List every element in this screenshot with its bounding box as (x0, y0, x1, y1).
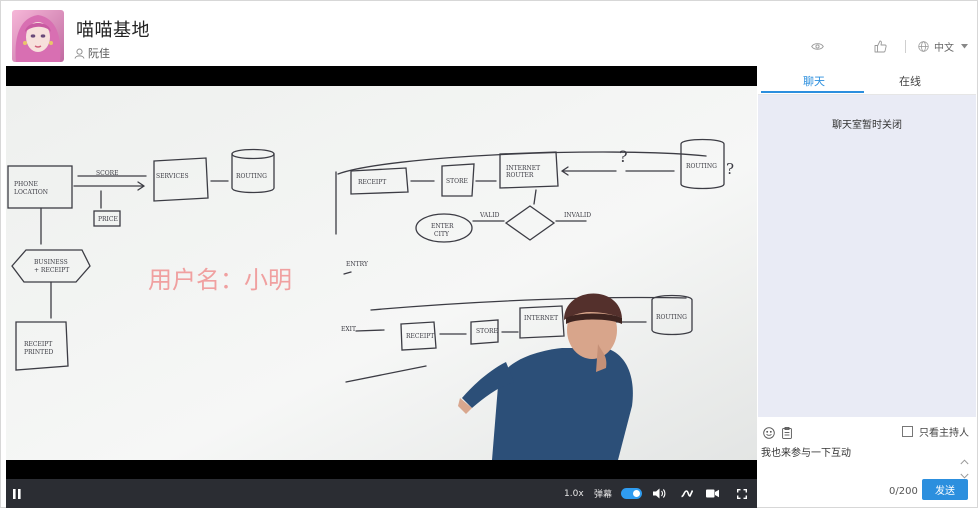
line-switch-icon[interactable] (681, 479, 693, 508)
host-only-filter[interactable]: 只看主持人 (902, 424, 969, 439)
danmaku-toggle[interactable] (621, 488, 643, 499)
user-icon (74, 48, 85, 59)
svg-text:VALID: VALID (479, 212, 500, 219)
chat-panel: 聊天 在线 聊天室暂时关闭 只看主持人 我也来参与一下互动 0/200 发送 (758, 66, 976, 507)
svg-text:STORE: STORE (446, 178, 468, 185)
divider (905, 39, 906, 53)
svg-text:INVALID: INVALID (564, 212, 591, 219)
pause-icon[interactable] (13, 479, 21, 508)
video-player[interactable]: PHONE LOCATION SCORE SERVICES ROUTING PR… (6, 66, 757, 508)
char-count: 0/200 (889, 486, 918, 497)
svg-text:PHONE: PHONE (14, 181, 38, 188)
camera-icon[interactable] (706, 479, 719, 508)
svg-text:RECEIPT: RECEIPT (358, 179, 386, 186)
tab-chat[interactable]: 聊天 (803, 73, 825, 89)
svg-text:+ RECEIPT: + RECEIPT (34, 267, 69, 274)
emoji-icon[interactable] (763, 424, 775, 443)
video-frame[interactable]: PHONE LOCATION SCORE SERVICES ROUTING PR… (6, 86, 757, 460)
header-tools: 中文 (811, 37, 968, 55)
danmaku-label: 弹幕 (594, 490, 613, 500)
globe-icon (918, 40, 929, 52)
volume-icon[interactable] (653, 479, 666, 508)
svg-text:ROUTING: ROUTING (656, 314, 687, 321)
svg-text:LOCATION: LOCATION (14, 189, 48, 196)
message-composer: 只看主持人 我也来参与一下互动 0/200 发送 (758, 417, 976, 507)
svg-text:CITY: CITY (434, 231, 450, 238)
host-only-label: 只看主持人 (919, 428, 969, 439)
svg-text:?: ? (619, 147, 628, 166)
chat-status-message: 聊天室暂时关闭 (832, 120, 902, 131)
svg-text:ENTER: ENTER (431, 223, 454, 230)
eye-icon[interactable] (811, 42, 824, 51)
language-label: 中文 (934, 42, 954, 54)
player-control-bar: 1.0x 弹幕 (6, 479, 757, 508)
room-title: 喵喵基地 (76, 20, 150, 41)
svg-text:BUSINESS: BUSINESS (34, 259, 68, 266)
svg-text:ENTRY: ENTRY (346, 261, 369, 268)
caret-down-icon (961, 43, 968, 48)
danmaku-control[interactable]: 弹幕 (594, 479, 643, 508)
svg-text:EXIT: EXIT (341, 326, 356, 333)
thumbs-up-icon[interactable] (874, 40, 887, 53)
fullscreen-icon[interactable] (737, 479, 747, 508)
whiteboard-scene: PHONE LOCATION SCORE SERVICES ROUTING PR… (6, 86, 757, 460)
host-name: 阮佳 (88, 47, 110, 60)
svg-text:RECEIPT: RECEIPT (24, 341, 52, 348)
room-header: 喵喵基地 阮佳 中文 (1, 1, 977, 66)
svg-text:ROUTER: ROUTER (506, 172, 534, 179)
host-info: 阮佳 (74, 45, 110, 61)
svg-text:SERVICES: SERVICES (156, 173, 189, 180)
svg-text:?: ? (726, 160, 734, 178)
clipboard-icon[interactable] (782, 424, 792, 443)
svg-text:INTERNET: INTERNET (506, 165, 540, 172)
svg-text:INTERNET: INTERNET (524, 315, 558, 322)
active-tab-indicator (761, 91, 864, 93)
host-avatar (12, 10, 64, 62)
live-room-frame: 喵喵基地 阮佳 中文 PHONE LOCATION SCORE SERVICES… (0, 0, 978, 508)
username-watermark: 用户名：小明 (148, 266, 292, 294)
svg-text:RECEIPT: RECEIPT (406, 333, 434, 340)
svg-text:PRINTED: PRINTED (24, 349, 54, 356)
chat-tabs: 聊天 在线 (758, 66, 976, 95)
svg-text:STORE: STORE (476, 328, 498, 335)
language-selector[interactable]: 中文 (918, 39, 968, 54)
send-button[interactable]: 发送 (922, 479, 968, 500)
svg-text:PRICE: PRICE (98, 216, 118, 223)
message-input[interactable]: 我也来参与一下互动 (761, 444, 946, 484)
svg-text:ROUTING: ROUTING (686, 163, 717, 170)
svg-text:SCORE: SCORE (96, 170, 119, 177)
playback-speed[interactable]: 1.0x (564, 479, 584, 508)
host-only-checkbox[interactable] (902, 426, 913, 437)
tab-online[interactable]: 在线 (899, 73, 921, 89)
svg-text:ROUTING: ROUTING (236, 173, 267, 180)
